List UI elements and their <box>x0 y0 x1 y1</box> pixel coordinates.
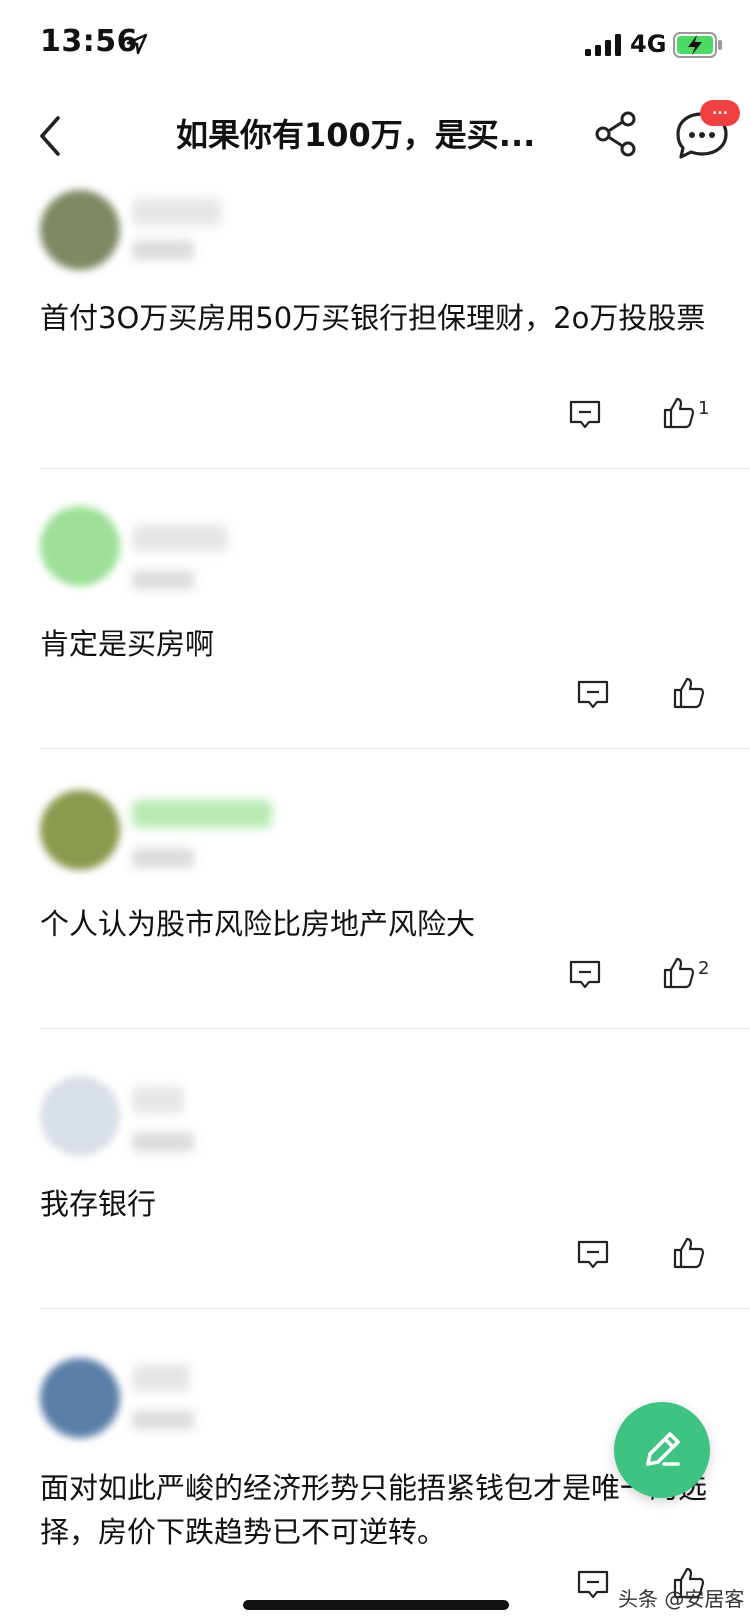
avatar[interactable] <box>40 1358 120 1438</box>
thumbs-up-icon[interactable] <box>662 956 696 990</box>
location-arrow-icon <box>126 33 148 55</box>
status-time: 13:56 <box>40 24 138 59</box>
timestamp <box>132 1410 194 1430</box>
timestamp <box>132 1132 194 1152</box>
home-indicator[interactable] <box>243 1600 509 1610</box>
network-type: 4G <box>630 30 667 58</box>
nav-bar: 如果你有100万，是买... <box>0 88 750 184</box>
username[interactable] <box>132 1086 184 1114</box>
timestamp <box>132 570 194 590</box>
username[interactable] <box>132 524 228 552</box>
thumbs-up-icon[interactable] <box>672 676 706 710</box>
timestamp <box>132 240 194 260</box>
battery-charging-icon <box>673 32 722 58</box>
username[interactable] <box>132 800 272 828</box>
thumbs-up-icon[interactable] <box>662 396 696 430</box>
pencil-icon <box>646 1432 680 1466</box>
username[interactable] <box>132 198 222 226</box>
page-title: 如果你有100万，是买... <box>176 116 536 154</box>
watermark: 头条 @安居客 <box>618 1587 745 1611</box>
divider <box>40 748 750 749</box>
divider <box>40 1028 750 1029</box>
avatar[interactable] <box>40 190 120 270</box>
reply-icon[interactable] <box>568 398 602 432</box>
comment-text: 肯定是买房啊 <box>40 627 215 661</box>
share-icon[interactable] <box>592 110 640 158</box>
comment-text: 首付3O万买房用50万买银行担保理财，2o万投股票 <box>40 301 706 335</box>
timestamp <box>132 848 194 868</box>
avatar[interactable] <box>40 1076 120 1156</box>
comment-text: 个人认为股市风险比房地产风险大 <box>40 907 476 941</box>
reply-icon[interactable] <box>568 958 602 992</box>
username[interactable] <box>132 1364 190 1392</box>
comment-text: 面对如此严峻的经济形势只能捂紧钱包才是唯一的选择，房价下跌趋势已不可逆转。 <box>40 1471 708 1549</box>
cellular-signal-icon <box>585 34 621 56</box>
status-bar: 13:56 4G <box>0 0 750 88</box>
reply-icon[interactable] <box>576 1568 610 1602</box>
like-count: 1 <box>698 398 710 419</box>
avatar[interactable] <box>40 506 120 586</box>
divider <box>40 1308 750 1309</box>
reply-icon[interactable] <box>576 678 610 712</box>
reply-icon[interactable] <box>576 1238 610 1272</box>
avatar[interactable] <box>40 790 120 870</box>
compose-comment-button[interactable] <box>614 1402 710 1498</box>
comment-text: 我存银行 <box>40 1187 157 1221</box>
like-count: 2 <box>698 958 710 979</box>
back-chevron-icon[interactable] <box>30 106 74 166</box>
notification-badge: ... <box>700 100 740 126</box>
thumbs-up-icon[interactable] <box>672 1236 706 1270</box>
divider <box>40 468 750 469</box>
